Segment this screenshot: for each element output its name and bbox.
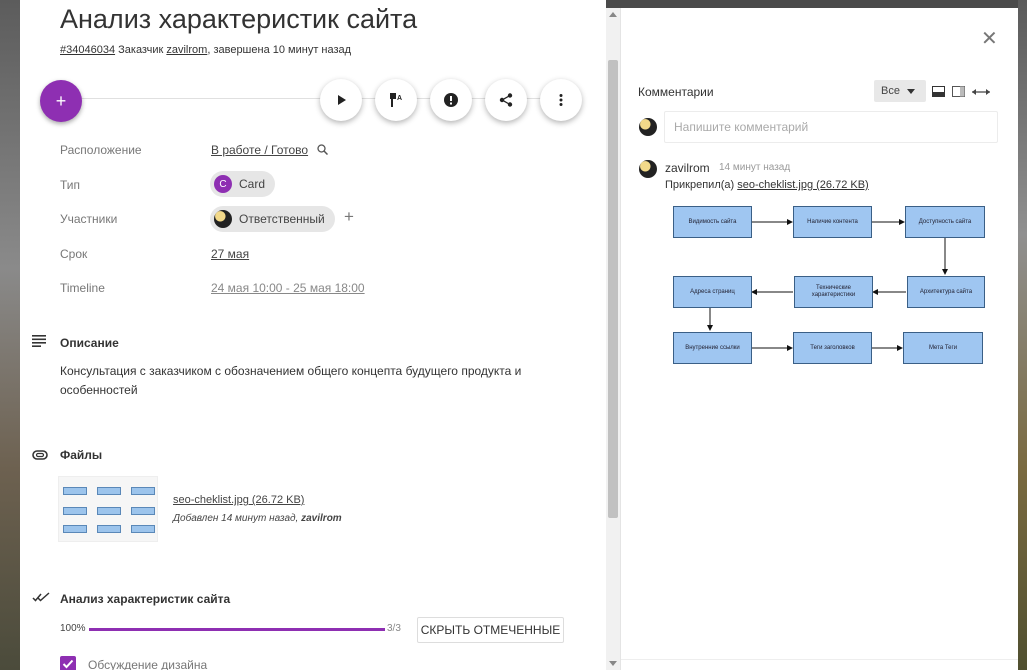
comments-title: Комментарии bbox=[638, 85, 714, 99]
type-label: Тип bbox=[60, 178, 81, 192]
expand-width-icon[interactable] bbox=[972, 88, 990, 96]
play-button[interactable] bbox=[320, 79, 362, 121]
flowchart-box: Мета Теги bbox=[903, 332, 983, 364]
comments-pane: ✕ Комментарии Все Напишите комментарий z… bbox=[620, 8, 1018, 670]
task-subtitle: #34046034 Заказчик zavilrom, завершена 1… bbox=[60, 44, 351, 56]
attachment-icon bbox=[32, 450, 48, 460]
members-label: Участники bbox=[60, 212, 118, 226]
type-initial: C bbox=[214, 175, 232, 193]
timeline-label: Timeline bbox=[60, 281, 105, 295]
progress-percent: 100% bbox=[60, 623, 86, 634]
current-user-avatar bbox=[639, 118, 657, 136]
comment-attachment: Прикрепил(а) seo-cheklist.jpg (26.72 KB) bbox=[665, 179, 869, 191]
client-label: Заказчик bbox=[118, 44, 164, 56]
file-meta-prefix: Добавлен 14 минут назад, bbox=[173, 513, 302, 524]
comment-author[interactable]: zavilrom bbox=[665, 161, 710, 175]
member-chip[interactable]: Ответственный bbox=[210, 206, 335, 232]
location-label: Расположение bbox=[60, 143, 142, 157]
alert-icon bbox=[444, 93, 458, 107]
due-value[interactable]: 27 мая bbox=[211, 247, 249, 261]
background-left bbox=[0, 0, 20, 670]
flowchart-box: Доступность сайта bbox=[905, 206, 985, 238]
description-icon bbox=[32, 335, 46, 347]
file-thumbnail[interactable] bbox=[58, 476, 158, 542]
type-value: Card bbox=[239, 177, 266, 191]
svg-text:A: A bbox=[397, 95, 402, 102]
chevron-down-icon bbox=[906, 88, 915, 94]
add-label: + bbox=[55, 90, 67, 111]
panel-side-icon[interactable] bbox=[952, 86, 965, 97]
task-title: Анализ характеристик сайта bbox=[60, 4, 418, 34]
task-id-link[interactable]: #34046034 bbox=[60, 44, 115, 56]
scroll-up-icon[interactable] bbox=[609, 12, 617, 17]
flowchart-box: Наличие контента bbox=[793, 206, 872, 238]
attach-file-link[interactable]: seo-cheklist.jpg (26.72 KB) bbox=[737, 179, 868, 191]
play-icon bbox=[338, 95, 346, 105]
close-icon[interactable]: ✕ bbox=[981, 26, 998, 51]
add-button[interactable]: + bbox=[40, 80, 82, 122]
flowchart-box: Адреса страниц bbox=[673, 276, 752, 308]
file-meta-author: zavilrom bbox=[301, 513, 342, 524]
comment-author-avatar bbox=[639, 160, 657, 178]
client-link[interactable]: zavilrom bbox=[166, 44, 207, 56]
more-vert-icon bbox=[559, 94, 563, 106]
flowchart-box: Внутренние ссылки bbox=[673, 332, 752, 364]
pane-divider bbox=[621, 659, 1018, 660]
filter-value: Все bbox=[881, 85, 900, 97]
more-button[interactable] bbox=[540, 79, 582, 121]
panel-bottom-icon[interactable] bbox=[932, 86, 945, 97]
avatar bbox=[214, 210, 232, 228]
description-text: Консультация с заказчиком с обозначением… bbox=[60, 364, 522, 397]
comments-filter-select[interactable]: Все bbox=[874, 80, 926, 102]
scroll-thumb[interactable] bbox=[608, 60, 618, 518]
member-value: Ответственный bbox=[239, 212, 325, 226]
attach-prefix: Прикрепил(а) bbox=[665, 179, 738, 191]
location-link[interactable]: В работе / Готово bbox=[211, 143, 308, 157]
file-meta: Добавлен 14 минут назад, zavilrom bbox=[173, 513, 342, 524]
checklist-icon bbox=[32, 592, 50, 602]
flowchart-box: Архитектура сайта bbox=[907, 276, 985, 308]
scroll-down-icon[interactable] bbox=[609, 661, 617, 666]
share-icon bbox=[499, 93, 513, 107]
task-status: , завершена 10 минут назад bbox=[207, 44, 352, 56]
scrollbar[interactable] bbox=[606, 8, 620, 670]
type-chip[interactable]: C Card bbox=[210, 171, 276, 197]
comment-time: 14 минут назад bbox=[719, 162, 791, 173]
checklist-title: Анализ характеристик сайта bbox=[60, 592, 231, 606]
timeline-value[interactable]: 24 мая 10:00 - 25 мая 18:00 bbox=[211, 281, 365, 295]
hide-checked-button[interactable]: СКРЫТЬ ОТМЕЧЕННЫЕ bbox=[417, 617, 564, 643]
progress-count: 3/3 bbox=[387, 623, 401, 634]
task-detail-pane: Анализ характеристик сайта #34046034 Зак… bbox=[20, 0, 606, 670]
location-value: В работе / Готово bbox=[211, 143, 329, 157]
due-label: Срок bbox=[60, 247, 88, 261]
description-title: Описание bbox=[60, 336, 119, 350]
flowchart-box: Технические характеристики bbox=[794, 276, 873, 308]
files-title: Файлы bbox=[60, 448, 103, 462]
file-link[interactable]: seo-cheklist.jpg (26.72 KB) bbox=[173, 494, 304, 506]
checklist-checkbox[interactable] bbox=[60, 656, 76, 670]
comment-input[interactable]: Напишите комментарий bbox=[664, 111, 998, 143]
add-member-button[interactable]: + bbox=[344, 207, 354, 227]
checklist-item-label: Обсуждение дизайна bbox=[88, 658, 208, 670]
share-button[interactable] bbox=[485, 79, 527, 121]
check-icon bbox=[62, 659, 74, 669]
flag-button[interactable]: A bbox=[375, 79, 417, 121]
flowchart-box: Теги заголовков bbox=[793, 332, 872, 364]
flowchart-box: Видимость сайта bbox=[673, 206, 752, 238]
progress-fill bbox=[89, 628, 385, 631]
flag-icon: A bbox=[390, 93, 402, 107]
alert-button[interactable] bbox=[430, 79, 472, 121]
search-icon[interactable] bbox=[317, 144, 329, 156]
progress-bar bbox=[89, 628, 385, 631]
background-right bbox=[1018, 0, 1027, 670]
